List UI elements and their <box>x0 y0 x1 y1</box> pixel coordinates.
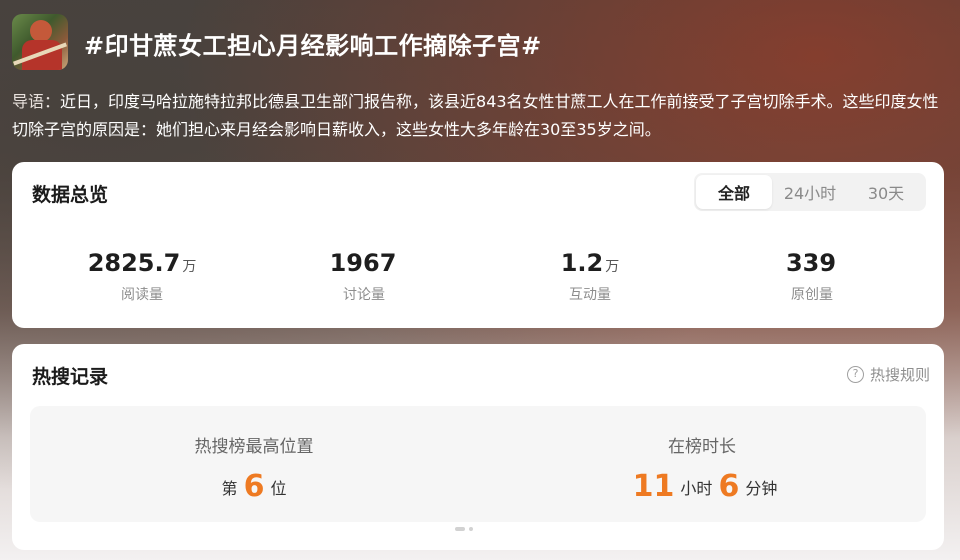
topic-avatar[interactable] <box>12 14 68 70</box>
stat-discussions-value: 1967 <box>329 249 397 277</box>
stat-discussions-label: 讨论量 <box>343 287 385 303</box>
stat-reads-label: 阅读量 <box>121 287 163 303</box>
time-on-list: 在榜时长 11 小时 6 分钟 <box>478 406 926 522</box>
stat-reads-value: 2825.7 <box>87 249 181 277</box>
pagination-dots <box>455 527 473 531</box>
hot-search-stats-box: 热搜榜最高位置 第6位 在榜时长 11 小时 6 分钟 <box>30 406 926 522</box>
tab-30d[interactable]: 30天 <box>848 175 924 209</box>
stat-reads-unit: 万 <box>182 259 197 275</box>
tab-all[interactable]: 全部 <box>696 175 772 209</box>
stats-row: 2825.7 万 阅读量 1967 讨论量 1.2 万 互动量 339 原创量 <box>12 248 944 308</box>
rank-prefix: 第 <box>221 479 238 498</box>
stat-interactions-value: 1.2 <box>560 249 604 277</box>
topic-title: #印甘蔗女工担心月经影响工作摘除子宫# <box>84 32 542 60</box>
hot-search-card: 热搜记录 ? 热搜规则 热搜榜最高位置 第6位 在榜时长 11 小时 6 分钟 <box>12 344 944 550</box>
time-range-selector: 全部 24小时 30天 <box>694 173 926 211</box>
time-on-list-label: 在榜时长 <box>668 437 736 457</box>
rank-value: 6 <box>243 469 265 504</box>
page-dot <box>469 527 473 531</box>
stat-originals-value: 339 <box>785 249 837 277</box>
hot-search-rules-link[interactable]: ? 热搜规则 <box>846 364 930 385</box>
rank-suffix: 位 <box>270 479 287 498</box>
topic-intro: 导语：近日，印度马哈拉施特拉邦比德县卫生部门报告称，该县近843名女性甘蔗工人在… <box>12 88 942 144</box>
hours-value: 11 <box>632 469 675 504</box>
overview-title: 数据总览 <box>32 184 109 206</box>
stat-originals: 339 原创量 <box>712 248 912 304</box>
stat-reads: 2825.7 万 阅读量 <box>42 248 242 304</box>
hours-unit: 小时 <box>680 479 713 498</box>
rules-label: 热搜规则 <box>869 366 930 384</box>
stat-interactions-label: 互动量 <box>569 287 611 303</box>
peak-rank-label: 热搜榜最高位置 <box>194 437 314 457</box>
minutes-unit: 分钟 <box>745 479 778 498</box>
stat-originals-label: 原创量 <box>791 287 833 303</box>
hot-search-title: 热搜记录 <box>32 366 109 388</box>
page-dot-active <box>455 527 465 531</box>
data-overview-card: 数据总览 全部 24小时 30天 2825.7 万 阅读量 1967 讨论量 1.… <box>12 162 944 328</box>
stat-interactions-unit: 万 <box>605 259 620 275</box>
question-icon: ? <box>846 366 864 383</box>
stat-interactions: 1.2 万 互动量 <box>490 248 690 304</box>
intro-label: 导语： <box>12 92 61 111</box>
stat-discussions: 1967 讨论量 <box>264 248 464 304</box>
minutes-value: 6 <box>718 469 740 504</box>
peak-rank: 热搜榜最高位置 第6位 <box>30 406 478 522</box>
intro-text: 近日，印度马哈拉施特拉邦比德县卫生部门报告称，该县近843名女性甘蔗工人在工作前… <box>12 92 939 139</box>
tab-24h[interactable]: 24小时 <box>772 175 848 209</box>
